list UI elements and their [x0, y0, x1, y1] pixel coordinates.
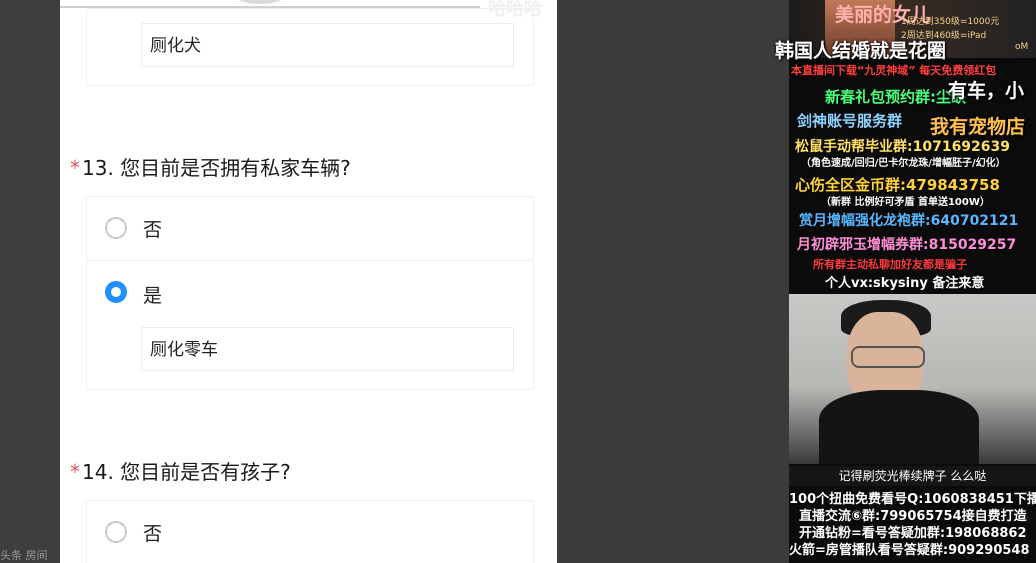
- question-13-text: 您目前是否拥有私家车辆?: [120, 156, 351, 180]
- survey-page: 厕化犬 * 13. 您目前是否拥有私家车辆? 否 是 厕化零车 * 14. 您目前是…: [60, 0, 557, 563]
- streamer-glasses: [851, 346, 925, 368]
- q13-option-no[interactable]: 否: [86, 196, 534, 262]
- streamer-body: [819, 390, 979, 464]
- ad-line-7: 赏月增幅强化龙袍群:640702121: [799, 213, 1019, 229]
- banner-line-3: oM: [1015, 42, 1029, 52]
- ad-line-9: 所有群主动私聊加好友都是骗子: [813, 258, 967, 271]
- question-14-text: 您目前是否有孩子?: [120, 460, 291, 484]
- webcam-feed: [789, 294, 1036, 464]
- bottom-line-3: 火箭=房管播队看号答疑群:909290548: [789, 543, 1030, 558]
- ad-line-3: 松鼠手动帮毕业群:1071692639: [795, 139, 1011, 155]
- left-background: 头条 房间: [0, 0, 60, 563]
- ad-line-4: （角色速成/回归/巴卡尔龙珠/增幅胚子/幻化）: [801, 158, 1006, 169]
- question-13-number: 13.: [82, 156, 114, 180]
- danmaku-text: 哈哈哈: [488, 0, 542, 20]
- question-14-number: 14.: [82, 460, 114, 484]
- prev-fill-input[interactable]: 厕化犬: [141, 23, 514, 67]
- ad-line-8: 月初辟邪玉增幅券群:815029257: [797, 237, 1017, 253]
- q13-option-yes[interactable]: 是 厕化零车: [86, 260, 534, 390]
- stream-gap: [557, 0, 789, 563]
- q13-option-no-label: 否: [143, 219, 163, 241]
- required-mark: *: [70, 460, 80, 484]
- q14-option-no[interactable]: 否: [86, 500, 534, 563]
- danmaku-mid: 有车，小: [948, 80, 1025, 102]
- radio-checked-icon[interactable]: [105, 281, 127, 303]
- question-14-title: * 14. 您目前是否有孩子?: [70, 456, 291, 485]
- ad-line-10: 个人vx:skysiny 备注来意: [825, 276, 985, 291]
- radio-unchecked-icon[interactable]: [105, 217, 127, 239]
- banner-line-1: 1周达到350级=1000元: [901, 17, 1000, 27]
- left-watermark: 头条 房间: [0, 549, 48, 562]
- danmaku-pet: 我有宠物店: [930, 116, 1026, 138]
- cam-caption: 记得刷荧光棒续牌子 么么哒: [789, 466, 1036, 486]
- radio-unchecked-icon[interactable]: [105, 521, 127, 543]
- ad-line-5: 心伤全区金币群:479843758: [795, 176, 1000, 194]
- q14-option-no-label: 否: [143, 523, 163, 545]
- q13-fill-input[interactable]: 厕化零车: [141, 327, 514, 371]
- prev-question-block: 厕化犬: [86, 8, 534, 86]
- q13-option-yes-label: 是: [143, 285, 163, 307]
- ad-line-6: （新群 比例好可矛盾 首单送100W）: [821, 197, 990, 208]
- question-13-title: * 13. 您目前是否拥有私家车辆?: [70, 152, 351, 181]
- required-mark: *: [70, 156, 80, 180]
- danmaku-top: 韩国人结婚就是花圈: [775, 40, 947, 62]
